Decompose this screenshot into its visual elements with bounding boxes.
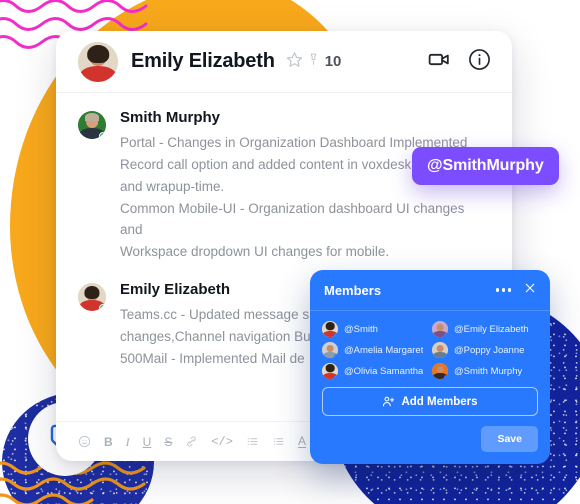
avatar	[322, 321, 338, 337]
members-panel-title: Members	[324, 282, 382, 298]
avatar[interactable]	[78, 111, 106, 139]
list-item[interactable]: @Olivia Samantha	[322, 363, 428, 379]
info-circle-icon[interactable]	[467, 47, 492, 77]
mention-pill[interactable]: @SmithMurphy	[412, 147, 559, 185]
ordered-list-icon[interactable]	[246, 435, 259, 448]
members-panel-actions	[495, 281, 537, 299]
close-icon[interactable]	[524, 281, 536, 299]
avatar	[322, 363, 338, 379]
list-item[interactable]: @Smith Murphy	[432, 363, 538, 379]
video-camera-icon[interactable]	[427, 47, 452, 77]
avatar	[432, 363, 448, 379]
italic-icon[interactable]: I	[126, 436, 130, 448]
pin-icon[interactable]	[307, 51, 320, 72]
link-icon[interactable]	[185, 435, 198, 448]
pinned-count: 10	[324, 53, 342, 70]
avatar	[432, 321, 448, 337]
list-item[interactable]: @Poppy Joanne	[432, 342, 538, 358]
header-avatar[interactable]	[78, 41, 118, 82]
text-color-icon[interactable]: A	[297, 435, 306, 448]
online-status-dot	[333, 332, 338, 337]
members-panel-footer: Save	[310, 416, 550, 464]
message-author: Emily Elizabeth	[120, 281, 231, 299]
person-add-icon	[383, 396, 395, 407]
message-item: Smith Murphy Portal - Changes in Organiz…	[78, 109, 490, 263]
online-status-dot	[333, 353, 338, 358]
online-status-dot	[443, 374, 448, 379]
online-status-dot	[443, 353, 448, 358]
header-meta: 10	[286, 51, 342, 73]
members-grid: @Smith @Emily Elizabeth @Amelia Margaret…	[310, 311, 550, 381]
member-name: @Olivia Samantha	[344, 365, 424, 377]
list-item[interactable]: @Emily Elizabeth	[432, 321, 538, 337]
avatar[interactable]	[78, 283, 106, 312]
list-item[interactable]: @Smith	[322, 321, 428, 337]
member-name: @Emily Elizabeth	[454, 323, 529, 335]
emoji-icon[interactable]	[78, 435, 91, 448]
underline-icon[interactable]: U	[143, 436, 152, 448]
strikethrough-icon[interactable]: S	[164, 436, 172, 448]
avatar-image	[78, 41, 118, 82]
star-outline-icon[interactable]	[286, 51, 303, 73]
chat-header: Emily Elizabeth 10	[56, 31, 512, 93]
members-panel: Members @Smith @Emily Elizabeth @Amelia …	[310, 270, 550, 464]
bulleted-list-icon[interactable]	[272, 435, 285, 448]
page-title: Emily Elizabeth	[131, 50, 275, 72]
member-name: @Smith Murphy	[454, 365, 523, 377]
code-icon[interactable]: </>	[211, 436, 233, 448]
online-status-dot	[443, 332, 448, 337]
members-panel-header: Members	[310, 270, 550, 311]
bold-icon[interactable]: B	[104, 436, 113, 448]
message-author: Smith Murphy	[120, 109, 220, 126]
save-button[interactable]: Save	[481, 426, 538, 452]
member-name: @Smith	[344, 323, 378, 335]
online-status-dot	[333, 374, 338, 379]
more-horizontal-icon[interactable]	[495, 288, 511, 292]
add-members-label: Add Members	[401, 395, 478, 408]
add-members-button[interactable]: Add Members	[322, 387, 538, 416]
member-name: @Poppy Joanne	[454, 344, 525, 356]
avatar	[432, 342, 448, 358]
online-status-dot	[99, 304, 106, 312]
member-name: @Amelia Margaret	[344, 344, 424, 356]
avatar	[322, 342, 338, 358]
online-status-dot	[99, 132, 106, 139]
message-text: Teams.cc - Updated message s changes,Cha…	[120, 307, 311, 366]
header-actions	[427, 47, 492, 77]
list-item[interactable]: @Amelia Margaret	[322, 342, 428, 358]
